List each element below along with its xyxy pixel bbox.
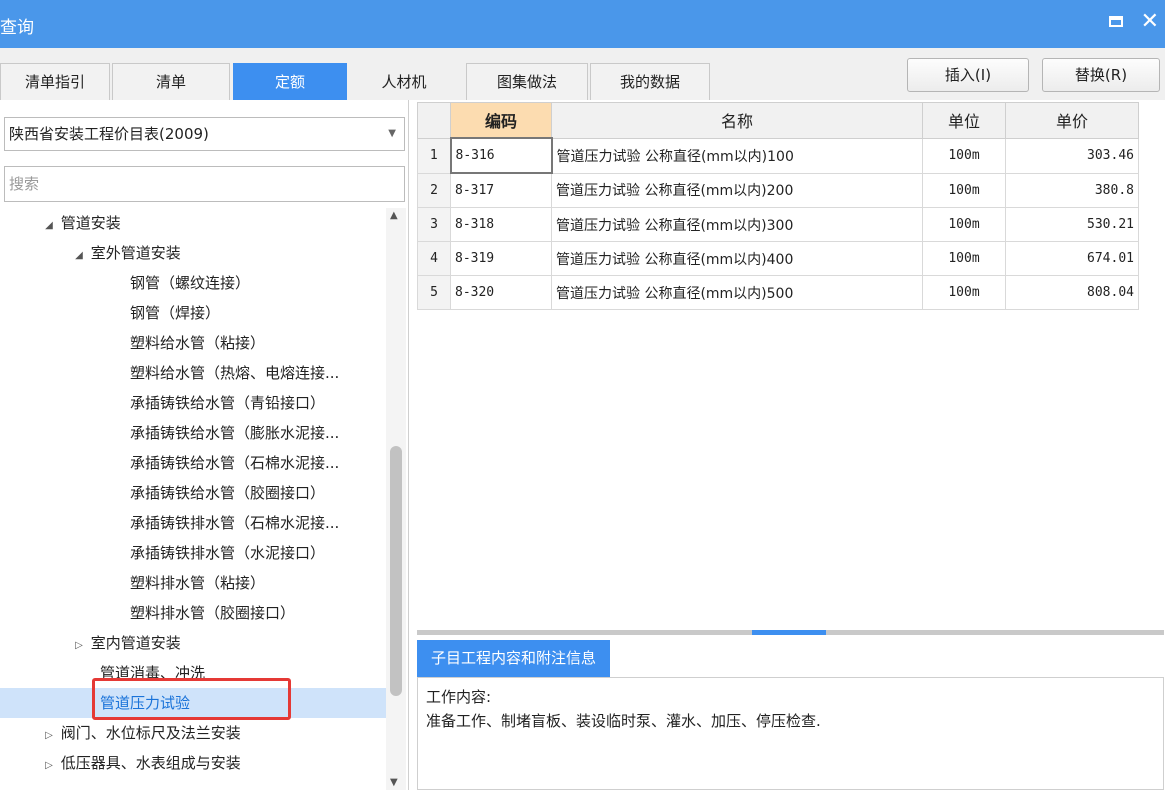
expand-triangle-icon[interactable]: ▷ [42, 721, 56, 751]
tree-node-label: 低压器具、水表组成与安装 [60, 754, 241, 772]
tree-node-item[interactable]: 承插铸铁给水管（膨胀水泥接... [0, 418, 386, 448]
unit-cell[interactable]: 100m [922, 172, 1006, 208]
tab-bill-guide[interactable]: 清单指引 [0, 63, 110, 100]
collapse-triangle-icon[interactable]: ◢ [42, 211, 56, 241]
code-cell[interactable]: 8-318 [450, 207, 552, 242]
tree-node-item[interactable]: 钢管（焊接） [0, 298, 386, 328]
work-content-label: 工作内容: [426, 688, 492, 706]
maximize-icon[interactable] [1109, 16, 1123, 27]
name-cell[interactable]: 管道压力试验 公称直径(mm以内)300 [551, 207, 923, 242]
tree-node-valves[interactable]: ▷ 阀门、水位标尺及法兰安装 [0, 718, 386, 748]
tab-labor-material-machine[interactable]: 人材机 [349, 63, 459, 100]
close-icon[interactable]: ✕ [1141, 9, 1159, 35]
table-row[interactable]: 1 8-316 管道压力试验 公称直径(mm以内)100 100m 303.46 [417, 137, 1139, 174]
unit-header[interactable]: 单位 [922, 102, 1006, 139]
tree-node-pipe-install[interactable]: ◢ 管道安装 [0, 208, 386, 238]
table-row[interactable]: 5 8-320 管道压力试验 公称直径(mm以内)500 100m 808.04 [417, 275, 1139, 310]
table-row[interactable]: 2 8-317 管道压力试验 公称直径(mm以内)200 100m 380.8 [417, 172, 1139, 208]
tree-node-item[interactable]: 承插铸铁给水管（胶圈接口） [0, 478, 386, 508]
detail-pane: 子目工程内容和附注信息 工作内容: 准备工作、制堵盲板、装设临时泵、灌水、加压、… [417, 640, 1164, 790]
row-number: 3 [417, 207, 451, 242]
splitter-handle[interactable] [752, 630, 826, 635]
name-cell[interactable]: 管道压力试验 公称直径(mm以内)100 [551, 137, 923, 174]
insert-button[interactable]: 插入(I) [907, 58, 1029, 92]
chevron-down-icon[interactable]: ▼ [388, 118, 396, 150]
tree-node-label: 阀门、水位标尺及法兰安装 [60, 724, 241, 742]
left-pane: 陕西省安装工程价目表(2009) ▼ 搜索 ◢ 管道安装 ◢ 室外管道安装 钢管… [0, 100, 409, 790]
tree-node-item[interactable]: 承插铸铁排水管（水泥接口） [0, 538, 386, 568]
expand-triangle-icon[interactable]: ▷ [72, 631, 86, 661]
work-content-text: 准备工作、制堵盲板、装设临时泵、灌水、加压、停压检查. [426, 712, 821, 730]
expand-triangle-icon[interactable]: ▷ [42, 751, 56, 781]
replace-button[interactable]: 替换(R) [1042, 58, 1160, 92]
highlight-box [92, 678, 291, 720]
unit-cell[interactable]: 100m [922, 137, 1006, 174]
tab-quota[interactable]: 定额 [233, 63, 347, 100]
row-number: 4 [417, 241, 451, 276]
scroll-down-icon[interactable]: ▼ [390, 777, 398, 788]
tree-node-label: 室外管道安装 [90, 244, 181, 262]
row-number-header [417, 102, 451, 139]
tree-node-low-pressure[interactable]: ▷ 低压器具、水表组成与安装 [0, 748, 386, 778]
name-cell[interactable]: 管道压力试验 公称直径(mm以内)200 [551, 172, 923, 208]
tree-node-item[interactable]: 塑料给水管（热熔、电熔连接... [0, 358, 386, 388]
scrollbar-thumb[interactable] [390, 446, 402, 696]
tab-bill[interactable]: 清单 [112, 63, 230, 100]
code-header[interactable]: 编码 [450, 102, 552, 139]
title-bar: 查询 ✕ [0, 0, 1165, 48]
name-header[interactable]: 名称 [551, 102, 923, 139]
scroll-up-icon[interactable]: ▲ [390, 210, 398, 221]
window-title: 查询 [0, 18, 34, 38]
code-cell[interactable]: 8-320 [450, 275, 552, 310]
search-input[interactable]: 搜索 [4, 166, 405, 202]
price-cell[interactable]: 380.8 [1005, 172, 1139, 208]
tree-node-item[interactable]: 钢管（螺纹连接） [0, 268, 386, 298]
tree-node-item[interactable]: 塑料排水管（胶圈接口） [0, 598, 386, 628]
tree-node-outdoor-pipe[interactable]: ◢ 室外管道安装 [0, 238, 386, 268]
table-row[interactable]: 3 8-318 管道压力试验 公称直径(mm以内)300 100m 530.21 [417, 207, 1139, 242]
tab-my-data[interactable]: 我的数据 [590, 63, 710, 100]
code-cell[interactable]: 8-317 [450, 172, 552, 208]
code-cell[interactable]: 8-316 [449, 137, 553, 174]
tree-node-item[interactable]: 承插铸铁给水管（青铅接口） [0, 388, 386, 418]
tab-atlas-method[interactable]: 图集做法 [466, 63, 588, 100]
code-cell[interactable]: 8-319 [450, 241, 552, 276]
tree-node-item[interactable]: 塑料给水管（粘接） [0, 328, 386, 358]
table-header: 编码 名称 单位 单价 [417, 102, 1139, 139]
unit-cell[interactable]: 100m [922, 241, 1006, 276]
price-cell[interactable]: 674.01 [1005, 241, 1139, 276]
tab-bar: 清单指引 清单 定额 人材机 图集做法 我的数据 插入(I) 替换(R) [0, 48, 1165, 100]
table-row[interactable]: 4 8-319 管道压力试验 公称直径(mm以内)400 100m 674.01 [417, 241, 1139, 276]
tree-node-item[interactable]: 承插铸铁排水管（石棉水泥接... [0, 508, 386, 538]
name-cell[interactable]: 管道压力试验 公称直径(mm以内)500 [551, 275, 923, 310]
library-select-value: 陕西省安装工程价目表(2009) [9, 125, 209, 143]
tree-node-item[interactable]: 塑料排水管（粘接） [0, 568, 386, 598]
tree-node-item[interactable]: 承插铸铁给水管（石棉水泥接... [0, 448, 386, 478]
row-number: 2 [417, 172, 451, 208]
collapse-triangle-icon[interactable]: ◢ [72, 241, 86, 271]
tab-detail-info[interactable]: 子目工程内容和附注信息 [417, 640, 611, 677]
tree-node-indoor-pipe[interactable]: ▷ 室内管道安装 [0, 628, 386, 658]
price-cell[interactable]: 303.46 [1005, 137, 1139, 174]
price-cell[interactable]: 808.04 [1005, 275, 1139, 310]
name-cell[interactable]: 管道压力试验 公称直径(mm以内)400 [551, 241, 923, 276]
quota-table: 编码 名称 单位 单价 1 8-316 管道压力试验 公称直径(mm以内)100… [417, 102, 1139, 310]
pane-splitter[interactable] [417, 630, 1164, 635]
unit-cell[interactable]: 100m [922, 275, 1006, 310]
unit-cell[interactable]: 100m [922, 207, 1006, 242]
row-number: 1 [417, 137, 451, 174]
tree-node-label: 室内管道安装 [90, 634, 181, 652]
tree-scrollbar[interactable]: ▲ ▼ [386, 208, 406, 790]
detail-content: 工作内容: 准备工作、制堵盲板、装设临时泵、灌水、加压、停压检查. [417, 677, 1164, 790]
row-number: 5 [417, 275, 451, 310]
library-select[interactable]: 陕西省安装工程价目表(2009) ▼ [4, 117, 405, 151]
price-cell[interactable]: 530.21 [1005, 207, 1139, 242]
tree-node-label: 管道安装 [60, 214, 121, 232]
price-header[interactable]: 单价 [1005, 102, 1139, 139]
